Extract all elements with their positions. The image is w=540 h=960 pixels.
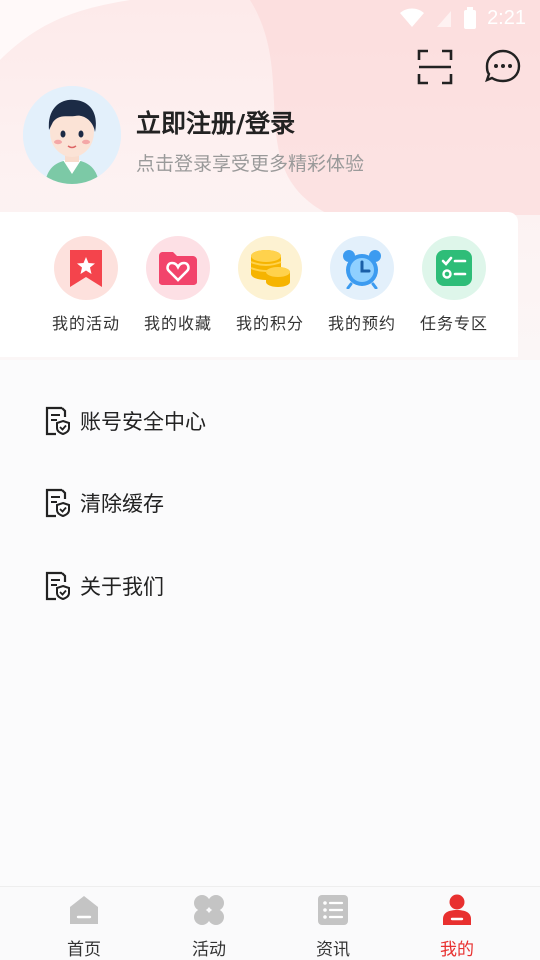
clover-icon [194,895,224,925]
signal-icon [437,11,452,27]
quick-item-label: 任务专区 [419,314,488,333]
avatar-illustration [23,86,121,184]
menu-item-label: 账号安全中心 [80,410,206,434]
menu-item-clear-cache[interactable]: 清除缓存 [44,483,504,523]
news-list-icon [318,895,348,925]
nav-tab-news[interactable]: 资讯 [293,893,373,960]
coins-icon [238,236,302,300]
avatar[interactable] [23,86,121,184]
nav-tab-activities[interactable]: 活动 [169,893,249,960]
battery-icon [464,7,477,29]
quick-item-label: 我的收藏 [143,314,212,333]
home-icon [70,896,98,924]
shield-document-icon [45,571,70,601]
shield-document-icon [45,488,70,518]
status-bar: 2:21 [0,0,540,36]
task-list-icon [422,236,486,300]
status-time: 2:21 [487,6,526,29]
menu-item-label: 关于我们 [80,575,164,599]
login-title[interactable]: 立即注册/登录 [136,104,295,140]
user-icon [443,894,471,925]
message-icon[interactable] [484,48,522,86]
wifi-icon [400,8,425,27]
nav-tab-mine[interactable]: 我的 [417,893,497,960]
quick-item-my-points[interactable]: 我的积分 [224,236,316,334]
nav-label: 资讯 [316,940,350,960]
menu-item-account-security[interactable]: 账号安全中心 [44,401,504,441]
menu-item-label: 清除缓存 [80,492,164,516]
quick-item-label: 我的预约 [327,314,396,333]
nav-label: 我的 [440,940,474,960]
quick-item-my-favorites[interactable]: 我的收藏 [132,236,224,334]
bookmark-star-icon [54,236,118,300]
quick-item-task-zone[interactable]: 任务专区 [408,236,500,334]
quick-item-label: 我的积分 [235,314,304,333]
nav-tab-home[interactable]: 首页 [44,893,124,960]
nav-label: 活动 [192,940,226,960]
menu-item-about-us[interactable]: 关于我们 [44,566,504,606]
login-subtitle[interactable]: 点击登录享受更多精彩体验 [136,149,364,176]
bottom-nav: 首页 活动 资讯 我的 [0,886,540,960]
quick-item-my-reservations[interactable]: 我的预约 [316,236,408,334]
nav-label: 首页 [67,940,101,960]
quick-item-my-activities[interactable]: 我的活动 [40,236,132,334]
quick-item-label: 我的活动 [51,314,120,333]
heart-folder-icon [146,236,210,300]
top-actions [416,48,522,86]
shield-document-icon [45,406,70,436]
scan-icon[interactable] [416,48,454,86]
alarm-clock-icon [330,236,394,300]
